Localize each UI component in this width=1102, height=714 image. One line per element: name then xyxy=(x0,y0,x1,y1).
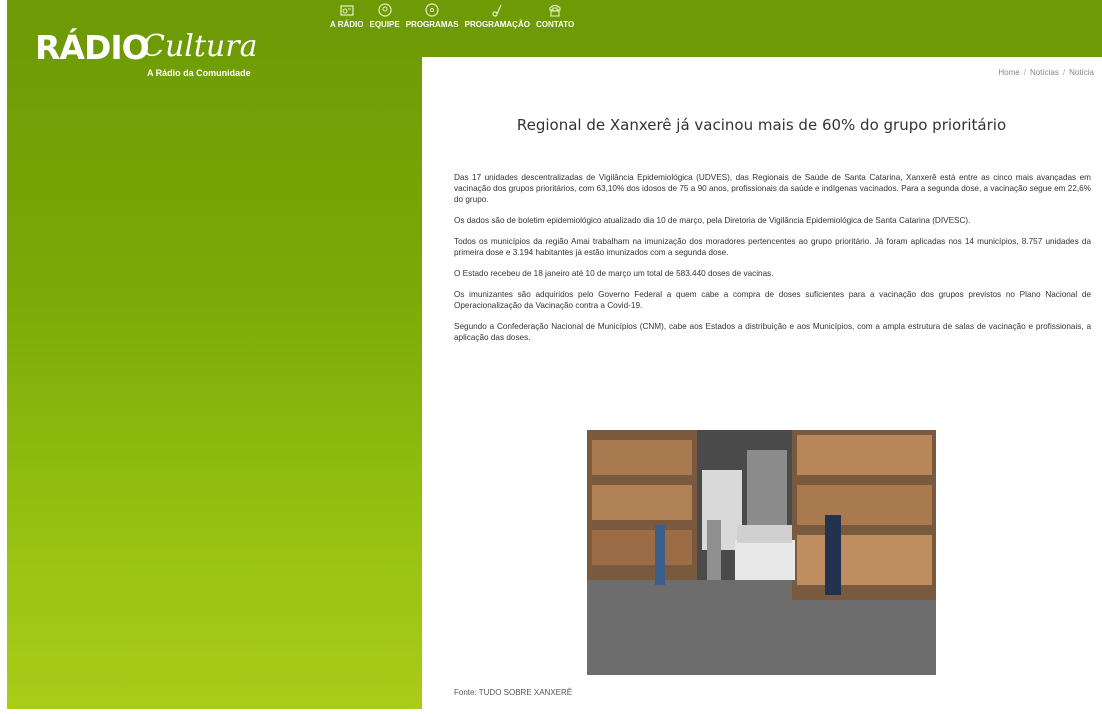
article-paragraph: Os dados são de boletim epidemiológico a… xyxy=(454,216,971,225)
logo-tagline: A Rádio da Comunidade xyxy=(147,68,251,78)
article-source: Fonte: TUDO SOBRE XANXERÊ xyxy=(454,688,573,697)
site-logo[interactable]: RÁDIO Cultura A Rádio da Comunidade xyxy=(35,25,265,78)
logo-cultura-text: Cultura xyxy=(142,29,258,64)
radio-icon xyxy=(340,5,354,16)
article-paragraph: O Estado recebeu de 18 janeiro até 10 de… xyxy=(454,269,774,278)
breadcrumb-current: Notícia xyxy=(1069,68,1094,77)
nav-item-label: CONTATO xyxy=(535,20,575,29)
breadcrumb-separator: / xyxy=(1023,68,1026,77)
nav-item-contato[interactable]: CONTATO xyxy=(536,2,574,29)
left-green-panel xyxy=(7,0,422,709)
music-note-icon xyxy=(492,4,502,17)
nav-item-label: PROGRAMAS xyxy=(405,20,459,29)
article-title: Regional de Xanxerê já vacinou mais de 6… xyxy=(516,116,1007,134)
breadcrumb-separator: / xyxy=(1062,68,1066,77)
article-paragraph: Das 17 unidades descentralizadas de Vigi… xyxy=(454,173,1091,204)
breadcrumb-noticias[interactable]: Notícias xyxy=(1030,68,1059,77)
nav-item-equipe[interactable]: EQUIPE xyxy=(369,2,400,29)
nav-item-a-radio[interactable]: A RÁDIO xyxy=(330,2,363,29)
team-icon xyxy=(377,3,392,17)
nav-item-label: PROGRAMAÇÃO xyxy=(464,20,530,29)
nav-item-programas[interactable]: PROGRAMAS xyxy=(406,2,459,29)
article-body: Das 17 unidades descentralizadas de Vigi… xyxy=(454,172,1091,353)
breadcrumb-home[interactable]: Home xyxy=(998,68,1019,77)
article-panel: Home / Notícias / Notícia Regional de Xanxer… xyxy=(423,57,1100,709)
article-paragraph: Os imunizantes são adquiridos pelo Gover… xyxy=(454,290,1091,310)
phone-icon xyxy=(549,4,561,17)
article-paragraph: Segundo a Confederação Nacional de Munic… xyxy=(454,322,1091,342)
warehouse-photo xyxy=(587,430,936,675)
main-nav: A RÁDIO EQUIPE PROGRAMAS PROGRAMAÇÃO CON… xyxy=(330,2,580,29)
disc-icon xyxy=(425,3,439,17)
nav-item-label: A RÁDIO xyxy=(330,20,364,29)
breadcrumb: Home / Notícias / Notícia xyxy=(998,68,1094,77)
logo-radio-text: RÁDIO xyxy=(35,28,150,67)
article-photo xyxy=(587,430,936,675)
nav-item-label: EQUIPE xyxy=(369,20,400,29)
nav-item-programacao[interactable]: PROGRAMAÇÃO xyxy=(465,2,530,29)
article-paragraph: Todos os municípios da região Amai traba… xyxy=(454,237,1091,257)
